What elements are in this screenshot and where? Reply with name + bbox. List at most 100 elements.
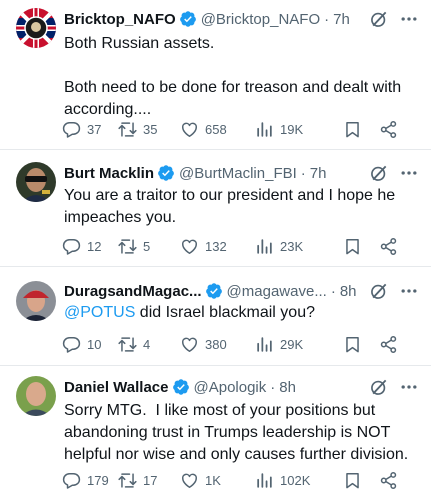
bookmark-button[interactable] — [343, 335, 379, 354]
reply-count: 37 — [87, 121, 102, 137]
like-count: 658 — [205, 121, 227, 137]
separator-dot: · — [330, 282, 336, 300]
share-button[interactable] — [379, 335, 398, 354]
like-button[interactable]: 132 — [180, 237, 255, 256]
views-button[interactable]: 29K — [255, 335, 343, 354]
tweet-text: @POTUS did Israel blackmail you? — [64, 302, 419, 324]
like-icon — [180, 120, 199, 139]
timestamp[interactable]: 7h — [333, 11, 350, 28]
red-cap-avatar[interactable] — [16, 281, 56, 321]
timestamp[interactable]: 8h — [340, 283, 357, 300]
bookmark-button[interactable] — [343, 120, 379, 139]
like-count: 132 — [205, 238, 227, 254]
tweet[interactable]: DuragsandMagac... @magawave... · 8h @POT… — [0, 267, 431, 366]
share-button[interactable] — [379, 237, 398, 256]
separator-dot: · — [324, 10, 330, 28]
views-button[interactable]: 23K — [255, 237, 343, 256]
tweet[interactable]: Daniel Wallace @Apologik · 8h Sorry MTG.… — [0, 366, 431, 499]
separator-dot: · — [270, 378, 276, 396]
view-count: 102K — [280, 472, 311, 488]
bald-man-avatar[interactable] — [16, 376, 56, 416]
tweet-text: Both Russian assets. Both need to be don… — [64, 35, 402, 118]
more-icon[interactable] — [399, 9, 419, 29]
bookmark-button[interactable] — [343, 471, 379, 490]
retweet-button[interactable]: 35 — [118, 120, 180, 139]
author-name[interactable]: Daniel Wallace — [64, 379, 169, 396]
bookmark-icon — [343, 237, 362, 256]
more-icon[interactable] — [399, 163, 419, 183]
views-icon — [255, 237, 274, 256]
views-button[interactable]: 102K — [255, 471, 343, 490]
reply-button[interactable]: 179 — [62, 471, 118, 490]
verified-badge-icon — [179, 10, 197, 28]
retweet-count: 5 — [143, 238, 151, 254]
share-button[interactable] — [379, 471, 398, 490]
retweet-icon — [118, 471, 137, 490]
author-handle[interactable]: @BurtMaclin_FBI — [179, 165, 297, 182]
reply-button[interactable]: 37 — [62, 120, 118, 139]
tweet[interactable]: Bricktop_NAFO @Bricktop_NAFO · 7h Both R… — [0, 0, 431, 150]
nafo-emblem-avatar[interactable] — [16, 8, 56, 48]
author-name[interactable]: Bricktop_NAFO — [64, 11, 176, 28]
author-name[interactable]: Burt Macklin — [64, 165, 154, 182]
retweet-icon — [118, 120, 137, 139]
reply-button[interactable]: 10 — [62, 335, 118, 354]
bookmark-icon — [343, 120, 362, 139]
like-icon — [180, 335, 199, 354]
reply-icon — [62, 237, 81, 256]
like-icon — [180, 237, 199, 256]
tweet-text: You are a traitor to our president and I… — [64, 187, 400, 226]
retweet-button[interactable]: 5 — [118, 237, 180, 256]
like-button[interactable]: 380 — [180, 335, 255, 354]
retweet-count: 4 — [143, 336, 151, 352]
views-icon — [255, 120, 274, 139]
tweet[interactable]: Burt Macklin @BurtMaclin_FBI · 7h You ar… — [0, 150, 431, 267]
mention-link[interactable]: @POTUS — [64, 304, 135, 321]
reply-icon — [62, 120, 81, 139]
tweet-actions: 37 35 658 19K — [62, 118, 417, 140]
retweet-count: 35 — [143, 121, 158, 137]
reply-count: 10 — [87, 336, 102, 352]
tweet-header: Daniel Wallace @Apologik · 8h — [64, 376, 419, 398]
like-button[interactable]: 658 — [180, 120, 255, 139]
reply-icon — [62, 471, 81, 490]
reply-count: 179 — [87, 472, 109, 488]
bookmark-button[interactable] — [343, 237, 379, 256]
timestamp[interactable]: 7h — [310, 165, 327, 182]
retweet-icon — [118, 335, 137, 354]
tweet-header: DuragsandMagac... @magawave... · 8h — [64, 280, 419, 302]
tweet-header: Bricktop_NAFO @Bricktop_NAFO · 7h — [64, 8, 419, 30]
reply-button[interactable]: 12 — [62, 237, 118, 256]
retweet-button[interactable]: 4 — [118, 335, 180, 354]
more-icon[interactable] — [399, 281, 419, 301]
tweet-text: Sorry MTG. I like most of your positions… — [64, 402, 409, 463]
views-button[interactable]: 19K — [255, 120, 343, 139]
retweet-button[interactable]: 17 — [118, 471, 180, 490]
like-button[interactable]: 1K — [180, 471, 255, 490]
reply-icon — [62, 335, 81, 354]
bookmark-icon — [343, 471, 362, 490]
timestamp[interactable]: 8h — [279, 379, 296, 396]
verified-badge-icon — [172, 378, 190, 396]
grok-icon[interactable] — [369, 163, 389, 183]
grok-icon[interactable] — [369, 9, 389, 29]
author-handle[interactable]: @Apologik — [194, 379, 267, 396]
bookmark-icon — [343, 335, 362, 354]
more-icon[interactable] — [399, 377, 419, 397]
verified-badge-icon — [205, 282, 223, 300]
author-handle[interactable]: @magawave... — [227, 283, 327, 300]
share-button[interactable] — [379, 120, 398, 139]
reply-count: 12 — [87, 238, 102, 254]
grok-icon[interactable] — [369, 281, 389, 301]
like-count: 1K — [205, 472, 221, 488]
sunglasses-man-avatar[interactable] — [16, 162, 56, 202]
author-handle[interactable]: @Bricktop_NAFO — [201, 11, 320, 28]
views-icon — [255, 335, 274, 354]
grok-icon[interactable] — [369, 377, 389, 397]
author-name[interactable]: DuragsandMagac... — [64, 283, 202, 300]
retweet-count: 17 — [143, 472, 158, 488]
share-icon — [379, 471, 398, 490]
share-icon — [379, 120, 398, 139]
view-count: 29K — [280, 336, 304, 352]
tweet-actions: 10 4 380 29K — [62, 333, 417, 355]
